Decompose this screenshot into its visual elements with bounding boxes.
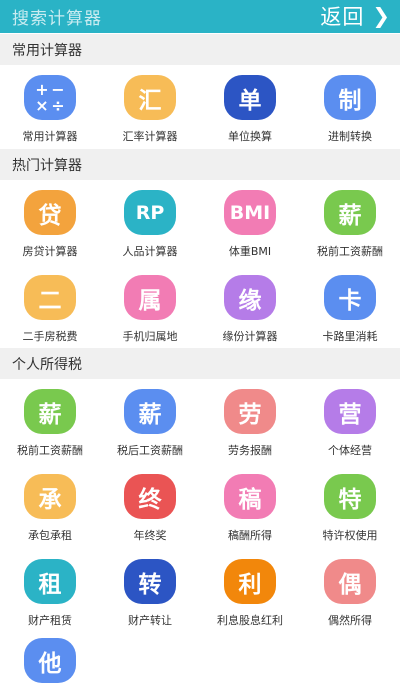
- calc-item-bmi[interactable]: BMI 体重BMI: [200, 186, 300, 271]
- calc-item-exchange[interactable]: 汇 汇率计算器: [100, 71, 200, 156]
- calc-item-pretax-salary-tax[interactable]: 薪 税前工资薪酬: [0, 385, 100, 470]
- item-label: 卡路里消耗: [322, 330, 378, 343]
- salary-icon: 薪: [124, 389, 176, 434]
- calc-item-phone-location[interactable]: 属 手机归属地: [100, 271, 200, 356]
- second-hand-icon: 二: [24, 275, 76, 320]
- calc-item-pretax-salary[interactable]: 薪 税前工资薪酬: [300, 186, 400, 271]
- bmi-icon: BMI: [224, 190, 276, 235]
- section-header-income-tax: 个人所得税: [0, 348, 400, 379]
- chevron-right-icon: ❯: [372, 4, 390, 28]
- base-convert-icon: 制: [324, 75, 376, 120]
- exchange-icon: 汇: [124, 75, 176, 120]
- item-label: 常用计算器: [22, 130, 78, 143]
- rp-icon: RP: [124, 190, 176, 235]
- item-label: 利息股息红利: [217, 614, 283, 627]
- section-title: 常用计算器: [12, 43, 82, 59]
- calc-item-year-end-bonus[interactable]: 终 年终奖: [100, 470, 200, 555]
- calc-item-business[interactable]: 营 个体经营: [300, 385, 400, 470]
- item-label: 财产转让: [128, 614, 172, 627]
- calc-item-property-transfer[interactable]: 转 财产转让: [100, 555, 200, 640]
- grid-popular: 贷 房贷计算器 RP 人品计算器 BMI 体重BMI 薪 税前工资薪酬 二 二手…: [0, 186, 400, 356]
- calc-item-standard[interactable]: + − × ÷ 常用计算器: [0, 71, 100, 156]
- item-label: 缘份计算器: [222, 330, 278, 343]
- calc-item-calorie[interactable]: 卡 卡路里消耗: [300, 271, 400, 356]
- item-label: 劳务报酬: [228, 444, 272, 457]
- calc-item-royalty[interactable]: 稿 稿酬所得: [200, 470, 300, 555]
- search-input[interactable]: 搜索计算器: [12, 4, 102, 29]
- item-label: 二手房税费: [22, 330, 78, 343]
- salary-icon: 薪: [24, 389, 76, 434]
- item-label: 体重BMI: [228, 245, 272, 258]
- contract-icon: 承: [24, 474, 76, 519]
- item-label: 年终奖: [133, 529, 167, 542]
- section-title: 个人所得税: [12, 357, 82, 373]
- item-label: 税前工资薪酬: [17, 444, 83, 457]
- calc-item-labor[interactable]: 劳 劳务报酬: [200, 385, 300, 470]
- calc-item-second-hand-house[interactable]: 二 二手房税费: [0, 271, 100, 356]
- section-header-common: 常用计算器: [0, 34, 400, 65]
- section-title: 热门计算器: [12, 158, 82, 174]
- item-label: 手机归属地: [122, 330, 178, 343]
- calc-item-franchise[interactable]: 特 特许权使用: [300, 470, 400, 555]
- salary-icon: 薪: [324, 190, 376, 235]
- calorie-icon: 卡: [324, 275, 376, 320]
- item-label: 人品计算器: [122, 245, 178, 258]
- calc-item-property-lease[interactable]: 租 财产租赁: [0, 555, 100, 640]
- item-label: 特许权使用: [322, 529, 378, 542]
- item-label: 房贷计算器: [22, 245, 78, 258]
- calc-item-mortgage[interactable]: 贷 房贷计算器: [0, 186, 100, 271]
- royalty-icon: 稿: [224, 474, 276, 519]
- item-label: 稿酬所得: [228, 529, 272, 542]
- fate-icon: 缘: [224, 275, 276, 320]
- back-label: 返回: [320, 5, 365, 29]
- calc-item-aftertax-salary[interactable]: 薪 税后工资薪酬: [100, 385, 200, 470]
- calc-item-occasional[interactable]: 偶 偶然所得: [300, 555, 400, 640]
- item-label: 财产租赁: [28, 614, 72, 627]
- back-button[interactable]: 返回 ❯: [320, 1, 390, 31]
- section-header-popular: 热门计算器: [0, 149, 400, 180]
- item-label: 进制转换: [328, 130, 372, 143]
- item-label: 偶然所得: [328, 614, 372, 627]
- top-bar: 搜索计算器 返回 ❯: [0, 0, 400, 33]
- grid-income-tax: 薪 税前工资薪酬 薪 税后工资薪酬 劳 劳务报酬 营 个体经营 承 承包承租 终…: [0, 385, 400, 640]
- lease-icon: 租: [24, 559, 76, 604]
- calc-item-rp[interactable]: RP 人品计算器: [100, 186, 200, 271]
- occasional-icon: 偶: [324, 559, 376, 604]
- unit-icon: 单: [224, 75, 276, 120]
- franchise-icon: 特: [324, 474, 376, 519]
- calc-item-fate[interactable]: 缘 缘份计算器: [200, 271, 300, 356]
- calc-item-contract[interactable]: 承 承包承租: [0, 470, 100, 555]
- mortgage-icon: 贷: [24, 190, 76, 235]
- business-icon: 营: [324, 389, 376, 434]
- item-label: 税后工资薪酬: [117, 444, 183, 457]
- item-label: 税前工资薪酬: [317, 245, 383, 258]
- phone-location-icon: 属: [124, 275, 176, 320]
- item-label: 汇率计算器: [122, 130, 178, 143]
- item-label: 单位换算: [228, 130, 272, 143]
- item-label: 承包承租: [28, 529, 72, 542]
- transfer-icon: 转: [124, 559, 176, 604]
- calc-item-interest-dividend[interactable]: 利 利息股息红利: [200, 555, 300, 640]
- grid-common: + − × ÷ 常用计算器 汇 汇率计算器 单 单位换算 制 进制转换: [0, 71, 400, 156]
- item-label: 个体经营: [328, 444, 372, 457]
- bonus-icon: 终: [124, 474, 176, 519]
- calc-item-base[interactable]: 制 进制转换: [300, 71, 400, 156]
- calc-item-unit[interactable]: 单 单位换算: [200, 71, 300, 156]
- interest-icon: 利: [224, 559, 276, 604]
- labor-icon: 劳: [224, 389, 276, 434]
- calculator-icon: + − × ÷: [24, 75, 76, 120]
